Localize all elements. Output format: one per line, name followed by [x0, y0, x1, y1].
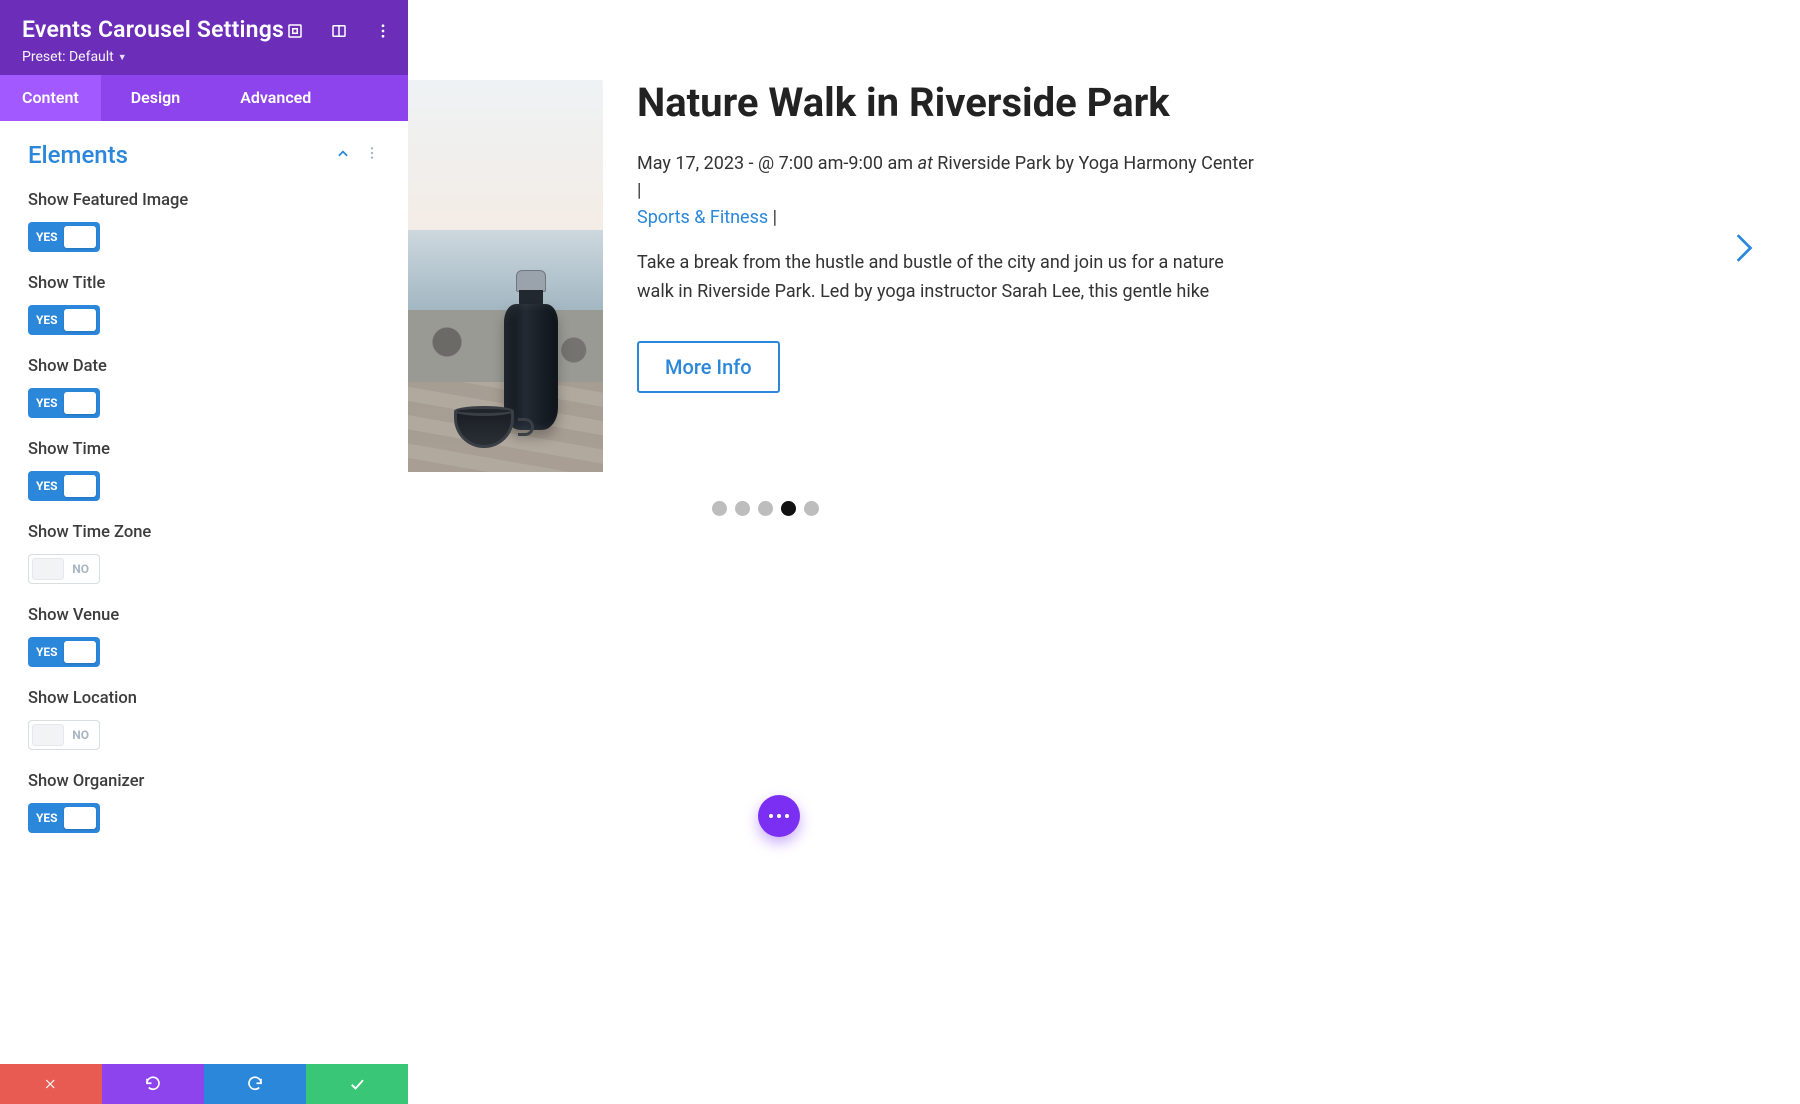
- field-location: Show Location NO: [28, 689, 380, 750]
- at-word: at: [918, 153, 933, 174]
- tab-advanced[interactable]: Advanced: [210, 75, 333, 121]
- toggle-time_zone[interactable]: NO: [28, 554, 100, 584]
- toggle-date[interactable]: YES: [28, 388, 100, 418]
- preview-canvas: Nature Walk in Riverside Park May 17, 20…: [408, 0, 1800, 1104]
- field-date: Show Date YES: [28, 357, 380, 418]
- by-word: by: [1056, 153, 1075, 174]
- event-venue: Riverside Park: [937, 153, 1051, 174]
- field-time: Show Time YES: [28, 440, 380, 501]
- chevron-up-icon[interactable]: [336, 146, 350, 165]
- toggle-organizer[interactable]: YES: [28, 803, 100, 833]
- floating-more-button[interactable]: [758, 795, 800, 837]
- event-time: @ 7:00 am-9:00 am: [758, 153, 913, 174]
- field-label: Show Date: [28, 357, 380, 376]
- carousel-dots: [712, 501, 819, 516]
- toggle-featured_image[interactable]: YES: [28, 222, 100, 252]
- field-venue: Show Venue YES: [28, 606, 380, 667]
- more-info-button[interactable]: More Info: [637, 341, 780, 393]
- settings-panel: Events Carousel Settings Preset: Default…: [0, 0, 408, 1104]
- preset-dropdown[interactable]: Preset: Default ▼: [22, 49, 127, 65]
- tab-content[interactable]: Content: [0, 75, 101, 121]
- featured-image: [408, 80, 603, 472]
- save-button[interactable]: [306, 1064, 408, 1104]
- event-description: Take a break from the hustle and bustle …: [637, 249, 1257, 307]
- toggle-title[interactable]: YES: [28, 305, 100, 335]
- field-label: Show Time Zone: [28, 523, 380, 542]
- cancel-button[interactable]: [0, 1064, 102, 1104]
- toggle-location[interactable]: NO: [28, 720, 100, 750]
- more-icon[interactable]: [374, 22, 392, 40]
- chevron-down-icon: ▼: [118, 52, 127, 63]
- field-featured_image: Show Featured Image YES: [28, 191, 380, 252]
- event-meta: May 17, 2023 - @ 7:00 am-9:00 am at Rive…: [637, 150, 1257, 231]
- section-title: Elements: [28, 141, 128, 169]
- field-label: Show Venue: [28, 606, 380, 625]
- expand-icon[interactable]: [286, 22, 304, 40]
- event-title: Nature Walk in Riverside Park: [637, 80, 1257, 126]
- event-card: Nature Walk in Riverside Park May 17, 20…: [408, 80, 1730, 472]
- toggle-time[interactable]: YES: [28, 471, 100, 501]
- field-label: Show Location: [28, 689, 380, 708]
- field-label: Show Featured Image: [28, 191, 380, 210]
- carousel-dot[interactable]: [758, 501, 773, 516]
- panel-footer: [0, 1064, 408, 1104]
- carousel-dot[interactable]: [712, 501, 727, 516]
- field-label: Show Organizer: [28, 772, 380, 791]
- tab-design[interactable]: Design: [101, 75, 210, 121]
- event-category-link[interactable]: Sports & Fitness: [637, 207, 768, 228]
- panel-body: Elements Show Featured ImageYESShow Titl…: [0, 121, 408, 1064]
- preset-label: Preset: Default: [22, 49, 114, 65]
- toggle-venue[interactable]: YES: [28, 637, 100, 667]
- section-more-icon[interactable]: [364, 145, 380, 165]
- field-title: Show Title YES: [28, 274, 380, 335]
- carousel-dot[interactable]: [781, 501, 796, 516]
- field-label: Show Time: [28, 440, 380, 459]
- field-label: Show Title: [28, 274, 380, 293]
- panel-header: Events Carousel Settings Preset: Default…: [0, 0, 408, 75]
- carousel-dot[interactable]: [804, 501, 819, 516]
- carousel-dot[interactable]: [735, 501, 750, 516]
- redo-button[interactable]: [204, 1064, 306, 1104]
- carousel-next-button[interactable]: [1734, 230, 1756, 270]
- panel-tabs: Content Design Advanced: [0, 75, 408, 121]
- undo-button[interactable]: [102, 1064, 204, 1104]
- field-organizer: Show Organizer YES: [28, 772, 380, 833]
- columns-icon[interactable]: [330, 22, 348, 40]
- event-organizer: Yoga Harmony Center: [1079, 153, 1254, 174]
- field-time_zone: Show Time Zone NO: [28, 523, 380, 584]
- event-date: May 17, 2023: [637, 153, 744, 174]
